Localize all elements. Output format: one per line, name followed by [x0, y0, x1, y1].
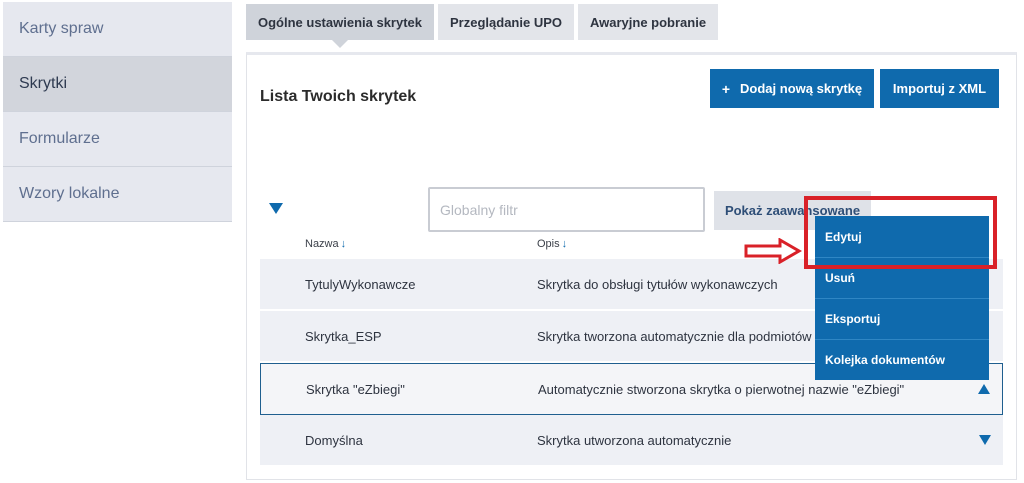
- sidebar-item-label: Skrytki: [19, 75, 67, 92]
- expand-row-icon[interactable]: [979, 435, 991, 445]
- sidebar-item-formularze[interactable]: Formularze: [3, 112, 232, 167]
- global-filter-input[interactable]: [428, 187, 705, 232]
- sort-arrow-icon: ↓: [340, 238, 347, 250]
- import-xml-button[interactable]: Importuj z XML: [880, 69, 999, 108]
- menu-item-export[interactable]: Eksportuj: [815, 298, 989, 339]
- row-description: Skrytka utworzona automatycznie: [537, 433, 732, 448]
- sidebar-item-label: Karty spraw: [19, 20, 104, 37]
- column-header-name[interactable]: Nazwa ↓: [305, 238, 346, 250]
- row-name: Domyślna: [305, 433, 363, 448]
- column-header-description[interactable]: Opis ↓: [537, 238, 567, 250]
- sidebar-item-wzory-lokalne[interactable]: Wzory lokalne: [3, 167, 232, 222]
- tab-general-settings[interactable]: Ogólne ustawienia skrytek: [246, 4, 435, 48]
- annotation-arrow-icon: [744, 238, 802, 264]
- plus-icon: +: [721, 80, 731, 97]
- menu-item-delete[interactable]: Usuń: [815, 257, 989, 298]
- sidebar-item-label: Formularze: [19, 130, 100, 147]
- collapse-filter-icon[interactable]: [269, 203, 283, 214]
- sidebar-item-karty-spraw[interactable]: Karty spraw: [3, 2, 232, 57]
- table-row[interactable]: Domyślna Skrytka utworzona automatycznie: [260, 415, 1003, 467]
- column-header-label: Opis: [537, 238, 560, 250]
- add-mailbox-button[interactable]: + Dodaj nową skrytkę: [710, 69, 874, 108]
- tab-bar: Ogólne ustawienia skrytek Przeglądanie U…: [246, 4, 719, 48]
- row-name: Skrytka "eZbiegi": [306, 382, 405, 397]
- tab-upo-browse[interactable]: Przeglądanie UPO: [438, 4, 574, 40]
- page-title: Lista Twoich skrytek: [260, 88, 417, 105]
- sidebar: Karty spraw Skrytki Formularze Wzory lok…: [3, 2, 232, 222]
- add-mailbox-label: Dodaj nową skrytkę: [740, 81, 863, 96]
- row-description: Automatycznie stworzona skrytka o pierwo…: [538, 382, 905, 397]
- menu-item-document-queue[interactable]: Kolejka dokumentów: [815, 339, 989, 380]
- row-description: Skrytka do obsługi tytułów wykonawczych: [537, 277, 778, 292]
- row-name: Skrytka_ESP: [305, 329, 382, 344]
- sidebar-item-label: Wzory lokalne: [19, 185, 120, 202]
- row-actions-menu: Edytuj Usuń Eksportuj Kolejka dokumentów: [815, 216, 989, 380]
- tab-emergency-download[interactable]: Awaryjne pobranie: [578, 4, 719, 40]
- column-header-label: Nazwa: [305, 238, 339, 250]
- row-name: TytulyWykonawcze: [305, 277, 416, 292]
- menu-item-edit[interactable]: Edytuj: [815, 216, 989, 257]
- collapse-row-icon[interactable]: [978, 384, 990, 394]
- sort-arrow-icon: ↓: [561, 238, 568, 250]
- sidebar-item-skrytki[interactable]: Skrytki: [3, 57, 232, 112]
